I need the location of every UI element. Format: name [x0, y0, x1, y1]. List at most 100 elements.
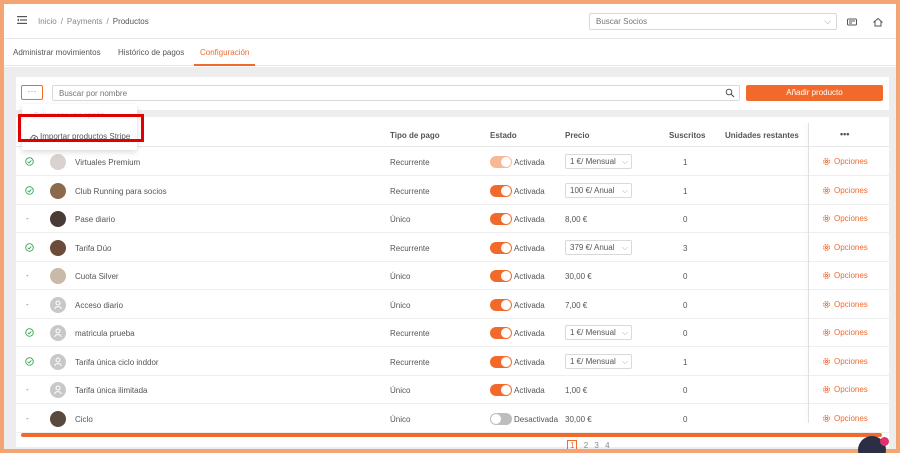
search-by-name[interactable] [52, 85, 740, 101]
status-label: Activada [514, 243, 545, 253]
product-name[interactable]: Pase diario [75, 215, 115, 224]
options-button[interactable]: Opciones [822, 385, 868, 394]
page-2[interactable]: 2 [584, 441, 588, 449]
product-avatar [50, 353, 66, 370]
table-row: - Tarifa única ilimitada Único Activada 1,00… [16, 376, 889, 404]
dropdown-hint: Selecciona una opción [34, 112, 105, 119]
search-icon[interactable] [725, 88, 735, 98]
breadcrumb-payments[interactable]: Payments [67, 17, 103, 26]
options-label: Opciones [834, 299, 868, 309]
product-name[interactable]: Virtuales Premium [75, 158, 140, 167]
status-toggle[interactable] [490, 412, 512, 425]
gear-icon [823, 329, 830, 336]
status-toggle[interactable] [490, 355, 512, 368]
product-avatar [50, 296, 66, 313]
payment-type: Recurrente [390, 329, 430, 338]
breadcrumb-home[interactable]: Inicio [38, 17, 57, 26]
price-select[interactable]: 1 €/ Mensual ⌵ [565, 154, 632, 169]
price-value: 1 €/ Mensual [570, 157, 616, 166]
more-actions-button[interactable]: ··· [21, 85, 43, 100]
check-circle-icon [25, 242, 34, 252]
horizontal-scrollbar[interactable] [21, 433, 882, 437]
tab-administrar-movimientos[interactable]: Administrar movimientos [13, 40, 101, 66]
options-button[interactable]: Opciones [822, 271, 868, 280]
subscribers-count: 0 [683, 386, 688, 395]
table-row: Tarifa única ciclo inddor Recurrente Activ… [16, 348, 889, 376]
product-name[interactable]: Tarifa Dúo [75, 244, 111, 253]
subscribers-count: 0 [683, 329, 688, 338]
price-value: 30,00 € [565, 414, 592, 424]
product-avatar [50, 154, 66, 170]
check-circle-icon [25, 328, 34, 337]
status-toggle[interactable] [490, 184, 512, 197]
column-settings-button[interactable]: ••• [840, 129, 849, 139]
options-button[interactable]: Opciones [822, 414, 868, 423]
options-label: Opciones [834, 271, 868, 280]
price-select[interactable]: 1 €/ Mensual ⌵ [565, 325, 632, 340]
price-value: 1 €/ Mensual [570, 328, 616, 337]
gear-icon [823, 300, 830, 308]
search-socios-input[interactable] [596, 17, 806, 26]
product-name[interactable]: matricula prueba [75, 329, 135, 338]
product-name[interactable]: Acceso diario [75, 301, 123, 310]
options-button[interactable]: Opciones [822, 328, 868, 337]
table-row: - Ciclo Único Desactivada 30,00 € 0 Opciones [16, 405, 889, 433]
table-header: Tipo de pago Estado Precio Suscritos Uni… [16, 123, 889, 147]
status-toggle[interactable] [490, 156, 512, 168]
user-icon [54, 328, 62, 338]
status-label: Activada [514, 186, 545, 196]
column-precio: Precio [565, 131, 590, 140]
product-name[interactable]: Club Running para socios [75, 187, 167, 196]
product-name[interactable]: Tarifa única ciclo inddor [75, 358, 159, 367]
tab-bar: Administrar movimientos Histórico de pag… [4, 40, 896, 66]
status-label: Activada [514, 300, 545, 310]
import-stripe-products-item[interactable]: Importar productos Stripe [24, 128, 137, 146]
options-button[interactable]: Opciones [822, 157, 868, 166]
options-button[interactable]: Opciones [822, 300, 868, 309]
gear-icon [823, 186, 830, 194]
page-1[interactable]: 1 [567, 440, 578, 449]
page-4[interactable]: 4 [605, 441, 609, 449]
menu-toggle-icon[interactable] [17, 15, 27, 25]
options-button[interactable]: Opciones [822, 214, 868, 223]
column-estado: Estado [490, 131, 517, 140]
options-button[interactable]: Opciones [822, 357, 868, 366]
status-toggle[interactable] [490, 384, 512, 396]
user-icon [54, 300, 62, 309]
status-toggle[interactable] [490, 327, 512, 339]
gear-icon [823, 243, 830, 251]
options-button[interactable]: Opciones [822, 243, 868, 252]
tab-historico-pagos[interactable]: Histórico de pagos [118, 40, 184, 66]
status-toggle[interactable] [490, 270, 512, 282]
price-select[interactable]: 379 €/ Anual ⌵ [565, 239, 632, 255]
register-icon[interactable] [847, 17, 857, 27]
status-label: Activada [514, 215, 545, 224]
gear-icon [823, 386, 830, 393]
add-product-button[interactable]: Añadir producto [746, 85, 883, 101]
check-circle-icon [25, 356, 34, 366]
search-socios-select[interactable]: ⌵ [589, 13, 837, 30]
home-icon[interactable] [873, 17, 883, 27]
payment-type: Único [390, 300, 411, 310]
chevron-down-icon: ⌵ [824, 16, 831, 26]
content-area: ··· Añadir producto Tipo de pago Estado … [4, 67, 896, 449]
breadcrumb-current: Productos [112, 17, 149, 26]
subscribers-count: 1 [683, 186, 688, 196]
product-name[interactable]: Ciclo [75, 415, 93, 424]
tab-configuracion[interactable]: Configuración [194, 40, 256, 66]
options-label: Opciones [834, 413, 868, 423]
options-button[interactable]: Opciones [822, 186, 868, 195]
status-label: Activada [514, 158, 545, 167]
product-name[interactable]: Cuota Silver [75, 272, 119, 281]
product-name[interactable]: Tarifa única ilimitada [75, 386, 147, 395]
payment-type: Recurrente [390, 357, 430, 367]
status-toggle[interactable] [490, 241, 512, 254]
price-select[interactable]: 1 €/ Mensual ⌵ [565, 353, 632, 369]
status-toggle[interactable] [490, 298, 512, 311]
import-stripe-label: Importar productos Stripe [40, 132, 131, 141]
price-select[interactable]: 100 €/ Anual ⌵ [565, 182, 632, 198]
status-toggle[interactable] [490, 213, 512, 225]
page-3[interactable]: 3 [594, 441, 598, 449]
search-name-input[interactable] [59, 89, 699, 98]
gear-icon [823, 357, 830, 365]
